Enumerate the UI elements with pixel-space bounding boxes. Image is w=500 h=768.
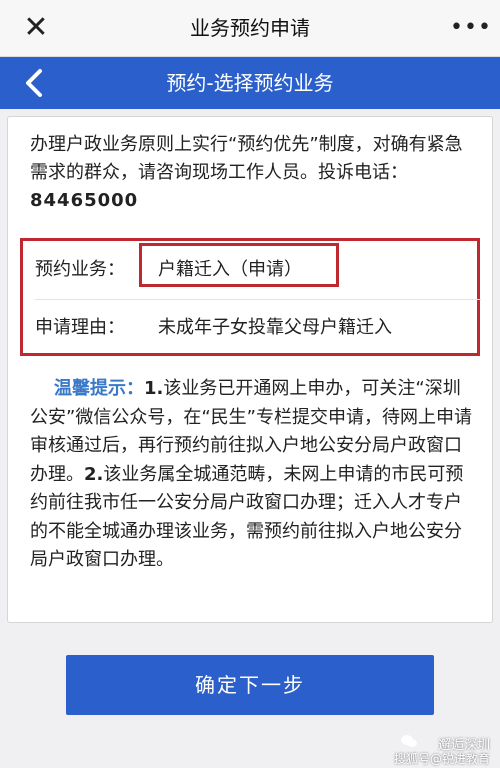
business-highlight — [139, 243, 339, 287]
wechat-logo-icon — [401, 735, 417, 747]
business-info-box: 预约业务： 户籍迁入（申请） 申请理由： 未成年子女投靠父母户籍迁入 — [20, 238, 481, 357]
reason-label: 申请理由： — [35, 317, 125, 338]
blue-header: 预约-选择预约业务 — [0, 57, 500, 109]
more-icon[interactable]: ••• — [450, 14, 491, 42]
watermark: 邂逅深圳 搜狐号@锐进教育 — [300, 732, 490, 768]
watermark-line-2: 搜狐号@锐进教育 — [393, 752, 490, 766]
next-step-button[interactable]: 确定下一步 — [66, 655, 434, 715]
notice-text: 办理户政业务原则上实行“预约优先”制度，对确有紧急需求的群众，请咨询现场工作人员… — [30, 131, 478, 215]
header-title: 预约-选择预约业务 — [166, 71, 334, 95]
complaint-phone: 84465000 — [30, 190, 139, 211]
tips-label: 温馨提示： — [54, 378, 144, 399]
business-row: 预约业务： 户籍迁入（申请） — [35, 241, 481, 300]
business-label: 预约业务： — [35, 259, 125, 280]
tip-2-number: 2. — [84, 463, 104, 485]
page-title: 业务预约申请 — [190, 16, 310, 40]
notice-body: 办理户政业务原则上实行“预约优先”制度，对确有紧急需求的群众，请咨询现场工作人员… — [30, 134, 463, 183]
reason-value[interactable]: 未成年子女投靠父母户籍迁入 — [158, 299, 392, 357]
tips-text: 温馨提示：1.该业务已开通网上申办，可关注“深圳公安”微信公众号，在“民生”专栏… — [30, 375, 478, 575]
app-top-bar: ✕ 业务预约申请 ••• — [0, 0, 500, 57]
tip-1-number: 1. — [144, 378, 164, 399]
reason-row: 申请理由： 未成年子女投靠父母户籍迁入 — [35, 299, 481, 357]
appointment-card: 办理户政业务原则上实行“预约优先”制度，对确有紧急需求的群众，请咨询现场工作人员… — [7, 116, 493, 623]
